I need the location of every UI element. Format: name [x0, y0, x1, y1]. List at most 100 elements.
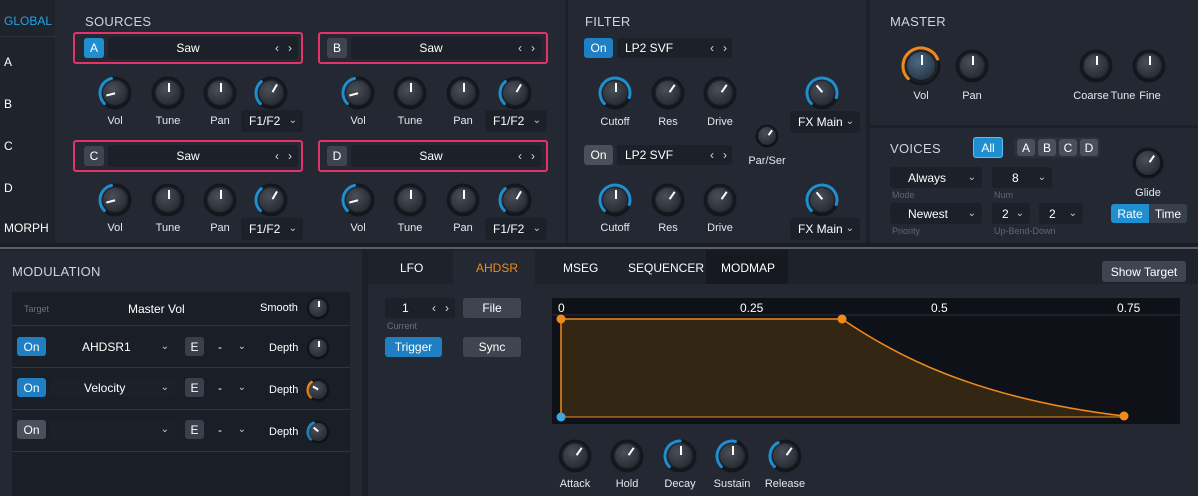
tab-modmap[interactable]: MODMAP — [721, 261, 775, 275]
filter1-on-button[interactable]: On — [584, 38, 613, 58]
master-fine-knob[interactable] — [1132, 49, 1166, 83]
voices-mode-select[interactable]: Always ⌄ — [890, 167, 982, 188]
next-icon[interactable]: › — [720, 148, 730, 162]
mod-row1-amount-select[interactable]: - ⌄ — [208, 337, 252, 356]
mod-row2-source-select[interactable]: Velocity ⌄ — [50, 378, 175, 397]
glide-knob[interactable] — [1132, 147, 1164, 179]
tab-lfo[interactable]: LFO — [400, 261, 423, 275]
osc-c-arrows[interactable]: ‹ › — [272, 149, 295, 163]
envelope-curve[interactable] — [552, 298, 1180, 424]
osc-a-vol-knob[interactable] — [98, 76, 132, 110]
mod-row1-source-select[interactable]: AHDSR1 ⌄ — [50, 337, 175, 356]
hold-knob[interactable] — [610, 439, 644, 473]
filter1-fx-select[interactable]: FX Main ⌄ — [790, 111, 860, 133]
master-pan-knob[interactable] — [955, 49, 989, 83]
voices-all-button[interactable]: All — [973, 137, 1003, 158]
prev-icon[interactable]: ‹ — [272, 41, 282, 55]
filter1-mix-knob[interactable] — [805, 76, 839, 110]
mod-row3-source-select[interactable]: ⌄ — [50, 420, 175, 439]
osc-d-wave-select[interactable]: Saw — [351, 145, 541, 167]
osc-a-wave-select[interactable]: Saw — [108, 37, 298, 59]
osc-c-pan-knob[interactable] — [203, 183, 237, 217]
sidebar-item-global[interactable]: GLOBAL — [4, 14, 52, 28]
voices-group-a[interactable]: A — [1017, 139, 1035, 156]
tab-sequencer[interactable]: SEQUENCER — [628, 261, 704, 275]
voices-group-b[interactable]: B — [1038, 139, 1056, 156]
filter1-arrows[interactable]: ‹ › — [707, 41, 730, 55]
next-icon[interactable]: › — [285, 149, 295, 163]
envelope-start-handle[interactable] — [556, 412, 566, 422]
osc-c-route-select[interactable]: F1/F2 ⌄ — [241, 218, 303, 240]
sidebar-item-c[interactable]: C — [4, 139, 13, 153]
master-coarse-knob[interactable] — [1079, 49, 1113, 83]
osc-a-arrows[interactable]: ‹ › — [272, 41, 295, 55]
attack-knob[interactable] — [558, 439, 592, 473]
osc-a-route-select[interactable]: F1/F2 ⌄ — [241, 110, 303, 132]
mod-row3-on[interactable]: On — [17, 420, 46, 439]
osc-a-pan-knob[interactable] — [203, 76, 237, 110]
next-icon[interactable]: › — [528, 149, 538, 163]
mod-row3-depth-knob[interactable] — [306, 420, 330, 444]
envelope-release-handle[interactable] — [1119, 411, 1129, 421]
next-icon[interactable]: › — [442, 301, 452, 315]
osc-c-badge[interactable]: C — [84, 146, 104, 166]
mod-row3-amount-select[interactable]: - ⌄ — [208, 420, 252, 439]
mod-row2-amount-select[interactable]: - ⌄ — [208, 378, 252, 397]
sync-button[interactable]: Sync — [463, 337, 521, 357]
mod-row1-e-button[interactable]: E — [185, 337, 204, 356]
prev-icon[interactable]: ‹ — [707, 148, 717, 162]
sustain-knob[interactable] — [715, 439, 749, 473]
osc-c-f1f2-knob[interactable] — [254, 183, 288, 217]
osc-b-badge[interactable]: B — [327, 38, 347, 58]
osc-b-f1f2-knob[interactable] — [498, 76, 532, 110]
release-knob[interactable] — [768, 439, 802, 473]
decay-knob[interactable] — [663, 439, 697, 473]
osc-b-tune-knob[interactable] — [393, 76, 427, 110]
envelope-decay-handle[interactable] — [837, 314, 847, 324]
osc-c-wave-select[interactable]: Saw — [108, 145, 298, 167]
osc-d-pan-knob[interactable] — [446, 183, 480, 217]
filter2-res-knob[interactable] — [651, 183, 685, 217]
filter1-cutoff-knob[interactable] — [598, 76, 632, 110]
osc-d-badge[interactable]: D — [327, 146, 347, 166]
sidebar-item-morph[interactable]: MORPH — [4, 221, 49, 235]
tab-ahdsr[interactable]: AHDSR — [476, 261, 518, 275]
sidebar-item-b[interactable]: B — [4, 97, 12, 111]
mod-row2-depth-knob[interactable] — [306, 378, 330, 402]
osc-a-tune-knob[interactable] — [151, 76, 185, 110]
glide-time-button[interactable]: Time — [1149, 204, 1187, 223]
master-vol-knob[interactable] — [901, 46, 941, 86]
filter1-res-knob[interactable] — [651, 76, 685, 110]
voices-group-d[interactable]: D — [1080, 139, 1098, 156]
mod-row2-on[interactable]: On — [17, 378, 46, 397]
osc-c-vol-knob[interactable] — [98, 183, 132, 217]
voices-num-select[interactable]: 8 ⌄ — [992, 167, 1052, 188]
current-arrows[interactable]: ‹ › — [429, 301, 452, 315]
sidebar-item-d[interactable]: D — [4, 181, 13, 195]
show-target-button[interactable]: Show Target — [1102, 261, 1186, 282]
trigger-button[interactable]: Trigger — [385, 337, 442, 357]
filter2-on-button[interactable]: On — [584, 145, 613, 165]
voices-bend-up-select[interactable]: 2 ⌄ — [992, 203, 1030, 224]
voices-group-c[interactable]: C — [1059, 139, 1077, 156]
osc-b-route-select[interactable]: F1/F2 ⌄ — [485, 110, 547, 132]
mod-row2-e-button[interactable]: E — [185, 378, 204, 397]
prev-icon[interactable]: ‹ — [515, 149, 525, 163]
osc-b-vol-knob[interactable] — [341, 76, 375, 110]
osc-a-f1f2-knob[interactable] — [254, 76, 288, 110]
file-button[interactable]: File — [463, 298, 521, 318]
prev-icon[interactable]: ‹ — [515, 41, 525, 55]
mod-smooth-knob[interactable] — [306, 296, 330, 320]
osc-a-badge[interactable]: A — [84, 38, 104, 58]
filter2-mix-knob[interactable] — [805, 183, 839, 217]
osc-b-wave-select[interactable]: Saw — [351, 37, 541, 59]
osc-b-arrows[interactable]: ‹ › — [515, 41, 538, 55]
filter2-cutoff-knob[interactable] — [598, 183, 632, 217]
osc-d-tune-knob[interactable] — [393, 183, 427, 217]
next-icon[interactable]: › — [528, 41, 538, 55]
voices-bend-down-select[interactable]: 2 ⌄ — [1039, 203, 1083, 224]
osc-d-f1f2-knob[interactable] — [498, 183, 532, 217]
tab-mseg[interactable]: MSEG — [563, 261, 598, 275]
next-icon[interactable]: › — [720, 41, 730, 55]
mod-row1-on[interactable]: On — [17, 337, 46, 356]
